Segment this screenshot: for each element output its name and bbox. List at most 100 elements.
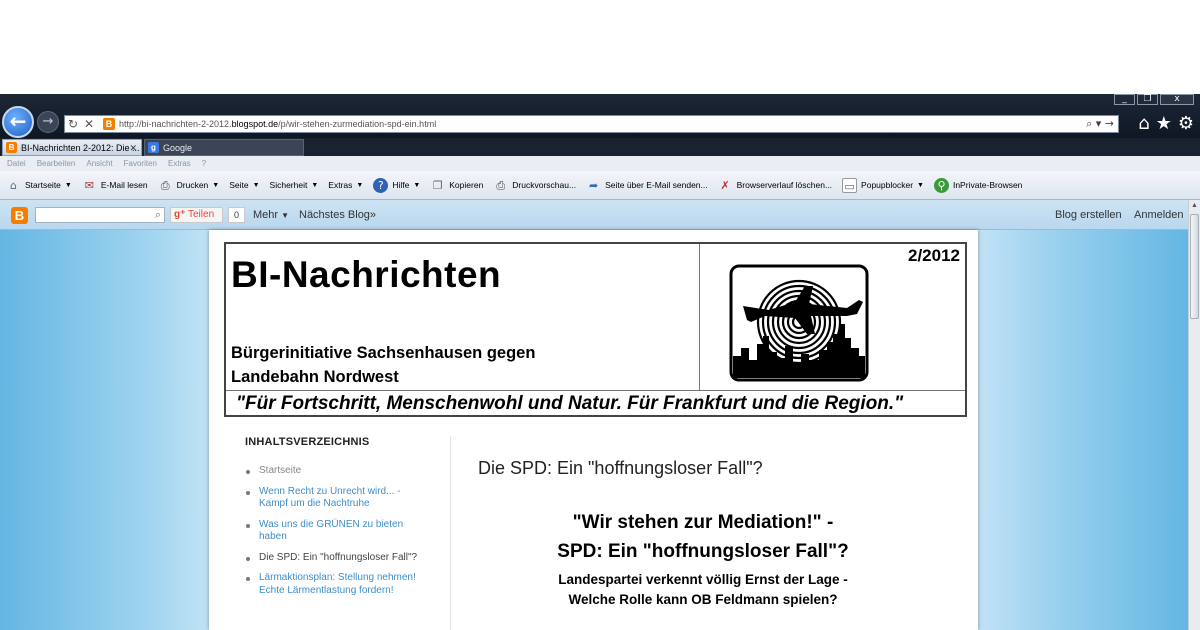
blog-slogan: "Für Fortschritt, Menschenwohl und Natur…	[236, 393, 904, 414]
scroll-thumb[interactable]	[1190, 214, 1199, 319]
menu-help[interactable]: ?	[202, 156, 206, 171]
cmd-label: Browserverlauf löschen...	[736, 180, 833, 190]
menu-datei[interactable]: Datei	[7, 156, 26, 171]
help-icon: ?	[373, 177, 389, 193]
print-icon: ⎙	[160, 178, 170, 192]
blogger-navbar: B ⌕ g⁺ Teilen 0 Mehr ▼ Nächstes Blog» Bl…	[0, 200, 1188, 230]
dropdown-arrow-icon: ▼	[281, 211, 290, 220]
search-icon[interactable]: ⌕	[155, 208, 161, 222]
cmd-seite[interactable]: Seite ▼	[229, 180, 259, 190]
cmd-email-lesen[interactable]: ✉ E-Mail lesen	[82, 178, 148, 193]
forward-button[interactable]: →	[37, 111, 59, 133]
menu-ansicht[interactable]: Ansicht	[86, 156, 112, 171]
page-link-gruenen[interactable]: Was uns die GRÜNEN zu bieten haben	[245, 519, 420, 544]
dropdown-arrow-icon: ▼	[311, 181, 319, 189]
menu-extras[interactable]: Extras	[168, 156, 191, 171]
cmd-seite-senden[interactable]: ➦ Seite über E-Mail senden...	[586, 178, 708, 193]
blog-content: BI-Nachrichten 2/2012 Bürgerinitiative S…	[209, 230, 978, 630]
post-subhead-line1: Landespartei verkennt völlig Ernst der L…	[558, 572, 848, 587]
tab-google[interactable]: g Google	[144, 139, 304, 156]
cmd-druckvorschau[interactable]: ⎙ Druckvorschau...	[493, 178, 576, 193]
close-button[interactable]: x	[1160, 94, 1194, 105]
cmd-kopieren[interactable]: ❐ Kopieren	[430, 178, 483, 193]
refresh-icon[interactable]: ↻	[68, 117, 78, 131]
tab-close-icon[interactable]: ✕	[129, 140, 137, 155]
cmd-label: E-Mail lesen	[100, 180, 148, 190]
issue-number: 2/2012	[908, 246, 960, 265]
blogger-logo-icon[interactable]: B	[11, 207, 28, 224]
more-label: Mehr	[253, 209, 279, 221]
dropdown-arrow-icon[interactable]: ▼	[212, 182, 219, 189]
cmd-extras[interactable]: Extras ▼	[328, 180, 363, 190]
cmd-label: Popupblocker	[861, 180, 914, 190]
menu-bar: Datei Bearbeiten Ansicht Favoriten Extra…	[0, 156, 1200, 171]
blog-subtitle-line2: Landebahn Nordwest	[231, 368, 399, 386]
dropdown-arrow-icon: ▼	[356, 181, 364, 189]
maximize-button[interactable]: ❐	[1137, 94, 1158, 105]
cmd-verlauf-loeschen[interactable]: ✗ Browserverlauf löschen...	[718, 178, 833, 193]
next-blog-link[interactable]: Nächstes Blog»	[299, 207, 376, 223]
blog-title[interactable]: BI-Nachrichten	[231, 254, 501, 296]
url-text[interactable]: http://bi-nachrichten-2-2012.blogspot.de…	[119, 118, 436, 131]
blog-subtitle-line1: Bürgerinitiative Sachsenhausen gegen	[231, 344, 536, 362]
cmd-hilfe[interactable]: ? Hilfe ▼	[373, 177, 421, 193]
minimize-button[interactable]: _	[1114, 94, 1135, 105]
header-divider	[699, 244, 700, 390]
menu-favoriten[interactable]: Favoriten	[124, 156, 157, 171]
cmd-startseite[interactable]: ⌂ Startseite ▼	[6, 178, 72, 193]
back-button[interactable]: ←	[2, 106, 34, 138]
gplus-label: Teilen	[188, 209, 215, 220]
page-link-laermaktionsplan[interactable]: Lärmaktionsplan: Stellung nehmen! Echte …	[245, 572, 420, 597]
share-count: 0	[228, 207, 245, 223]
copy-icon: ❐	[432, 178, 443, 192]
forward-arrow-icon: →	[42, 114, 54, 129]
cmd-label: Hilfe	[392, 180, 410, 190]
page-link-nachtruhe[interactable]: Wenn Recht zu Unrecht wird... - Kampf um…	[245, 486, 420, 511]
url-domain: blogspot.de	[231, 119, 279, 129]
tab-label: BI-Nachrichten 2-2012: Die ...	[21, 143, 140, 153]
home-icon[interactable]: ⌂	[1138, 113, 1149, 134]
send-page-icon: ➦	[588, 178, 599, 192]
blog-header: BI-Nachrichten 2/2012 Bürgerinitiative S…	[224, 242, 967, 417]
url-prefix: http://bi-nachrichten-2-2012.	[119, 119, 232, 129]
address-search-go-icon[interactable]: ⌕ ▾ →	[1086, 117, 1114, 131]
tab-bi-nachrichten[interactable]: B BI-Nachrichten 2-2012: Die ... ✕	[2, 139, 142, 156]
back-arrow-icon: ←	[9, 109, 27, 133]
cmd-label: Seite über E-Mail senden...	[605, 180, 708, 190]
cmd-inprivate[interactable]: ⚲ InPrivate-Browsen	[933, 177, 1023, 193]
scroll-up-icon[interactable]: ▲	[1189, 200, 1200, 212]
mail-icon: ✉	[84, 178, 94, 192]
header-divider	[226, 390, 965, 391]
cmd-label: Drucken	[176, 180, 209, 190]
gplus-share-button[interactable]: g⁺ Teilen	[170, 207, 223, 223]
cmd-popupblocker[interactable]: ▭ Popupblocker ▼	[842, 177, 924, 193]
dropdown-arrow-icon: ▼	[917, 181, 924, 189]
url-path: /p/wir-stehen-zurmediation-spd-ein.html	[278, 119, 437, 129]
address-bar[interactable]: ↻ ✕ B http://bi-nachrichten-2-2012.blogs…	[64, 115, 1119, 133]
dropdown-arrow-icon[interactable]: ▼	[65, 182, 72, 189]
sign-in-link[interactable]: Anmelden	[1134, 207, 1184, 223]
print-preview-icon: ⎙	[496, 178, 506, 192]
command-bar: ⌂ Startseite ▼ ✉ E-Mail lesen ⎙ Drucken ▼ Sei…	[0, 171, 1200, 200]
cmd-label: InPrivate-Browsen	[952, 180, 1023, 190]
vertical-scrollbar[interactable]: ▲	[1188, 200, 1200, 630]
menu-bearbeiten[interactable]: Bearbeiten	[37, 156, 76, 171]
stop-icon[interactable]: ✕	[84, 117, 94, 131]
create-blog-link[interactable]: Blog erstellen	[1055, 207, 1122, 223]
cmd-sicherheit[interactable]: Sicherheit ▼	[270, 180, 319, 190]
post-headline-line1: "Wir stehen zur Mediation!" -	[572, 512, 834, 533]
airplane-noise-logo	[729, 264, 869, 382]
browser-window: _ ❐ x ← → ↻ ✕ B http://bi-nachrichten-2-…	[0, 94, 1200, 630]
cmd-drucken[interactable]: ⎙ Drucken ▼	[158, 178, 220, 193]
sidebar-heading: INHALTSVERZEICHNIS	[245, 436, 370, 448]
cmd-label: Seite	[229, 180, 249, 190]
dropdown-arrow-icon: ▼	[413, 181, 421, 189]
blog-search-input[interactable]: ⌕	[35, 207, 165, 223]
page-link-startseite[interactable]: Startseite	[245, 465, 420, 478]
more-menu[interactable]: Mehr ▼	[253, 207, 289, 224]
gear-icon[interactable]: ⚙	[1178, 113, 1194, 134]
google-favicon-icon: g	[148, 142, 159, 153]
favorites-star-icon[interactable]: ★	[1156, 113, 1172, 134]
tab-bar: B BI-Nachrichten 2-2012: Die ... ✕ g Goo…	[0, 138, 1200, 156]
delete-history-icon: ✗	[720, 178, 730, 192]
